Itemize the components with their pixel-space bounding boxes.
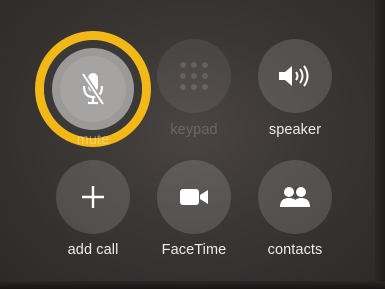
speaker-button[interactable] xyxy=(258,39,332,113)
speaker-icon xyxy=(279,65,309,87)
plus-icon xyxy=(82,186,104,208)
mute-label: mute xyxy=(76,132,110,148)
phone-frame-bottom xyxy=(0,281,385,289)
contacts-label: contacts xyxy=(267,242,323,258)
keypad-button[interactable] xyxy=(157,39,231,113)
video-camera-icon xyxy=(180,189,208,205)
phone-frame-edge xyxy=(375,0,385,289)
speaker-label: speaker xyxy=(268,122,322,138)
keypad-icon xyxy=(180,62,208,90)
in-call-screen: mute keypad speaker add call FaceTime co… xyxy=(0,0,385,289)
contacts-icon xyxy=(280,186,310,207)
mic-off-icon xyxy=(80,72,106,106)
contacts-button[interactable] xyxy=(258,160,332,234)
add-call-button[interactable] xyxy=(56,160,130,234)
keypad-label: keypad xyxy=(170,122,218,138)
add-call-label: add call xyxy=(67,242,119,258)
facetime-button[interactable] xyxy=(157,160,231,234)
facetime-label: FaceTime xyxy=(161,242,227,258)
mute-button[interactable] xyxy=(35,31,151,147)
